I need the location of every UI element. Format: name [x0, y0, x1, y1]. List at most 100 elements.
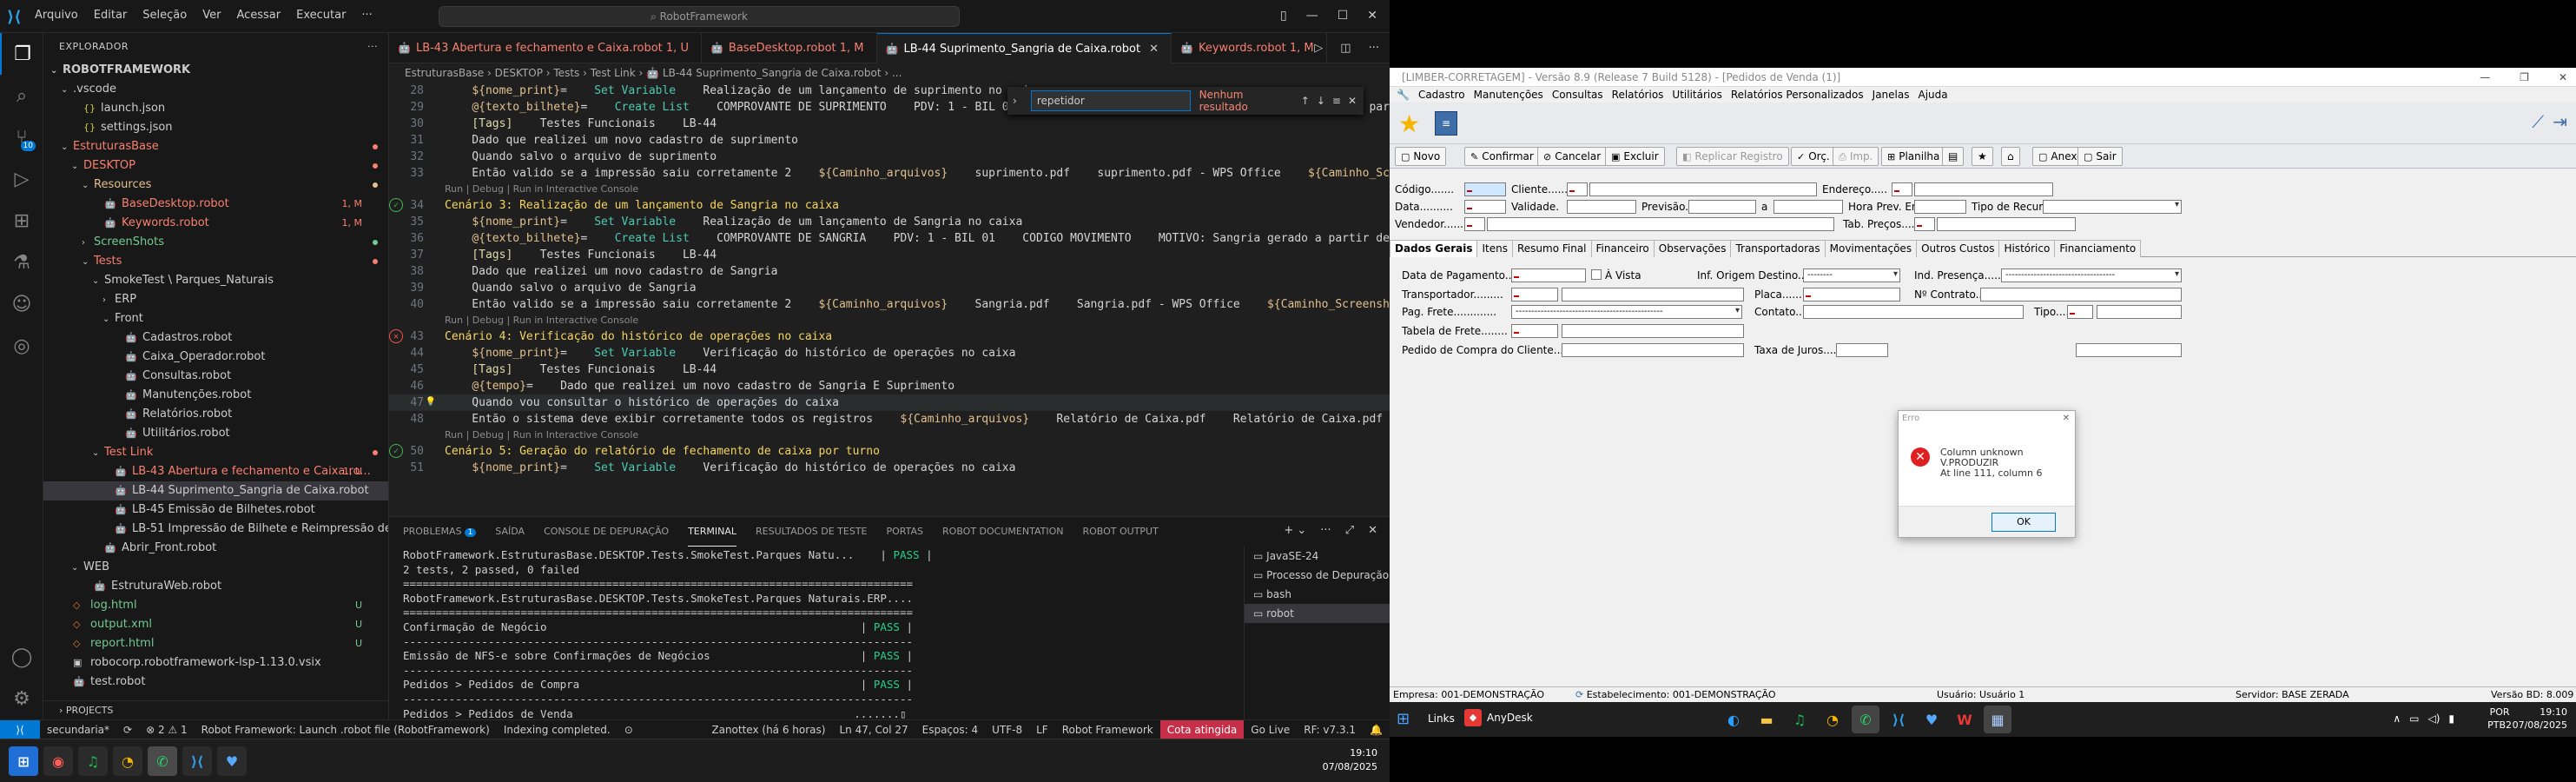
- tray-chevron-icon[interactable]: ∧: [2393, 712, 2401, 725]
- tree-item[interactable]: 🤖 LB-43 Abertura e fechamento e Caixa.ro.…: [43, 462, 388, 481]
- endereco-code-input[interactable]: [1892, 182, 1912, 196]
- breadcrumb[interactable]: EstruturasBase › DESKTOP › Tests › Test …: [389, 63, 1390, 83]
- tree-item[interactable]: 🤖 test.robot: [43, 673, 388, 692]
- tree-item[interactable]: › ScreenShots: [43, 233, 388, 252]
- encoding[interactable]: UTF-8: [985, 720, 1029, 739]
- erp-tab[interactable]: Histórico: [1998, 240, 2056, 257]
- validade-input[interactable]: [1567, 200, 1636, 214]
- code-line[interactable]: 31 Dado que realizei um novo cadastro de…: [389, 132, 1390, 149]
- manage-gear-icon[interactable]: ⚙: [0, 678, 43, 719]
- a-vista-checkbox[interactable]: [1591, 269, 1602, 280]
- vendedor-code-input[interactable]: [1464, 217, 1485, 231]
- erp-close-icon[interactable]: ✕: [2559, 68, 2567, 87]
- cliente-name-input[interactable]: [1589, 182, 1817, 196]
- menu-item[interactable]: Acessar: [236, 9, 281, 22]
- code-line[interactable]: 38 Dado que realizei um novo cadastro de…: [389, 263, 1390, 280]
- test-fail-icon[interactable]: ✕: [389, 329, 403, 343]
- expand-replace-icon[interactable]: ›: [1013, 95, 1017, 107]
- erp-tab[interactable]: Resumo Final: [1511, 240, 1592, 257]
- erp-planilha-button[interactable]: ⊞ Planilha: [1881, 147, 1946, 166]
- panel-tab[interactable]: PROBLEMAS 1: [403, 517, 477, 547]
- editor-tab[interactable]: 🤖 Keywords.robot 1, M: [1172, 33, 1327, 63]
- start-icon[interactable]: ⊞: [9, 746, 38, 776]
- taxa-juros-input[interactable]: [1836, 343, 1888, 357]
- tree-item[interactable]: ⌄ EstruturasBase: [43, 137, 388, 156]
- explorer-icon[interactable]: ❐: [0, 33, 43, 75]
- tabela-frete-input[interactable]: [1562, 324, 1744, 338]
- previsao-from-input[interactable]: [1688, 200, 1756, 214]
- erp-tab[interactable]: Financeiro: [1590, 240, 1655, 257]
- app-icon-2[interactable]: ♥: [1918, 706, 1945, 733]
- problems-count[interactable]: ⊗ 2 ⚠ 1: [139, 720, 195, 739]
- tree-item[interactable]: ⌄ WEB: [43, 558, 388, 577]
- panel-tab[interactable]: TERMINAL: [688, 517, 737, 547]
- code-line[interactable]: 46 @{tempo}= Dado que realizei um novo c…: [389, 378, 1390, 394]
- chrome-icon[interactable]: ◔: [1819, 706, 1846, 733]
- pedido-compra-input[interactable]: [1562, 343, 1744, 357]
- split-editor-icon[interactable]: ◫: [1340, 42, 1351, 55]
- app-icon-1[interactable]: ◉: [43, 746, 73, 776]
- menu-item[interactable]: Executar: [296, 9, 346, 22]
- more-icon[interactable]: ···: [1369, 42, 1379, 55]
- hora-prev-input[interactable]: [1914, 200, 1966, 214]
- tree-item[interactable]: 🤖 Caixa_Operador.robot: [43, 348, 388, 367]
- launch-config[interactable]: Robot Framework: Launch .robot file (Rob…: [195, 720, 497, 739]
- erp-minimize-icon[interactable]: —: [2480, 68, 2490, 87]
- windows-start-icon[interactable]: ⊞: [1397, 711, 1414, 728]
- find-controls-icon[interactable]: ↑↓≡✕: [1301, 95, 1364, 107]
- erp-tab[interactable]: Movimentações: [1824, 240, 1918, 257]
- code-line[interactable]: 43 Cenário 4: Verificação do histórico de…: [389, 328, 1390, 345]
- anydesk-button[interactable]: ◆ AnyDesk: [1464, 709, 1533, 726]
- code-line[interactable]: 30 [Tags] Testes Funcionais LB-44: [389, 116, 1390, 132]
- battery-icon[interactable]: ▮: [2448, 712, 2454, 725]
- ok-button[interactable]: OK: [1991, 513, 2056, 532]
- code-line[interactable]: 51 ${nome_print}= Set Variable Verificaç…: [389, 460, 1390, 476]
- chrome-icon[interactable]: ◔: [113, 746, 142, 776]
- erp-tab[interactable]: Dados Gerais: [1390, 240, 1478, 257]
- tree-item[interactable]: ⌄ Tests: [43, 252, 388, 271]
- close-icon[interactable]: ✕: [1367, 9, 1377, 23]
- search-icon[interactable]: ⌕: [0, 75, 43, 116]
- erp-sair-button[interactable]: ▢ Sair: [2077, 147, 2123, 166]
- panel-tab[interactable]: RESULTADOS DE TESTE: [756, 517, 867, 547]
- erp-menu-item[interactable]: Janelas: [1873, 87, 1910, 103]
- transportador-input[interactable]: [1562, 288, 1744, 302]
- editor-tab[interactable]: 🤖 BaseDesktop.robot 1, M: [702, 33, 877, 63]
- remote-icon[interactable]: ◎: [0, 325, 43, 367]
- tree-item[interactable]: 🤖 Manutenções.robot: [43, 386, 388, 405]
- links-toolbar[interactable]: Links: [1428, 712, 1455, 725]
- favorites-star-icon[interactable]: ★: [1398, 109, 1420, 138]
- tree-item[interactable]: ⌄ Test Link: [43, 443, 388, 462]
- tree-item[interactable]: 🤖 Consultas.robot: [43, 367, 388, 386]
- command-center-search[interactable]: ⌕ RobotFramework: [439, 6, 960, 27]
- transportador-code-input[interactable]: [1511, 288, 1558, 302]
- erp-menu-item[interactable]: Cadastro: [1418, 87, 1465, 103]
- ind-presenca-select[interactable]: -----------------------------------: [2001, 268, 2182, 282]
- tree-item[interactable]: 🤖 LB-44 Suprimento_Sangria de Caixa.robot: [43, 481, 388, 500]
- tipo-input[interactable]: [2097, 305, 2182, 319]
- edge-icon[interactable]: ◐: [1720, 706, 1747, 733]
- limber-icon[interactable]: ▦: [1984, 706, 2011, 733]
- code-line[interactable]: 34 Cenário 3: Realização de um lançamento…: [389, 197, 1390, 214]
- tabela-frete-code-input[interactable]: [1511, 324, 1558, 338]
- terminal-instance[interactable]: ▭ bash: [1245, 585, 1390, 604]
- terminal-instance[interactable]: ▭ robot: [1245, 604, 1390, 623]
- favorite-button[interactable]: ★: [1972, 147, 1993, 166]
- tree-item[interactable]: ◇ output.xml U: [43, 615, 388, 634]
- close-panel-icon[interactable]: ✕: [1368, 524, 1377, 537]
- menu-item[interactable]: Editar: [94, 9, 128, 22]
- terminal-instance[interactable]: ▭ Processo de Depuração: [1245, 566, 1390, 585]
- run-debug-icon[interactable]: ▷: [0, 158, 43, 200]
- new-terminal-icon[interactable]: + ⌄: [1284, 524, 1306, 537]
- codelens[interactable]: Run | Debug | Run in Interactive Console: [389, 182, 1390, 197]
- indentation[interactable]: Espaços: 4: [915, 720, 986, 739]
- placa-input[interactable]: [1803, 288, 1900, 302]
- tipo-recurso-select[interactable]: [2043, 200, 2182, 214]
- spotify-icon[interactable]: ♫: [78, 746, 108, 776]
- tab-precos-code-input[interactable]: [1914, 217, 1935, 231]
- data-pag-input[interactable]: [1511, 268, 1586, 282]
- erp-tab[interactable]: Outros Custos: [1916, 240, 2000, 257]
- panel-tab[interactable]: PORTAS: [887, 517, 924, 547]
- data-input[interactable]: [1464, 200, 1506, 214]
- vscode-taskbar-icon[interactable]: ⟩⟨: [1885, 706, 1912, 733]
